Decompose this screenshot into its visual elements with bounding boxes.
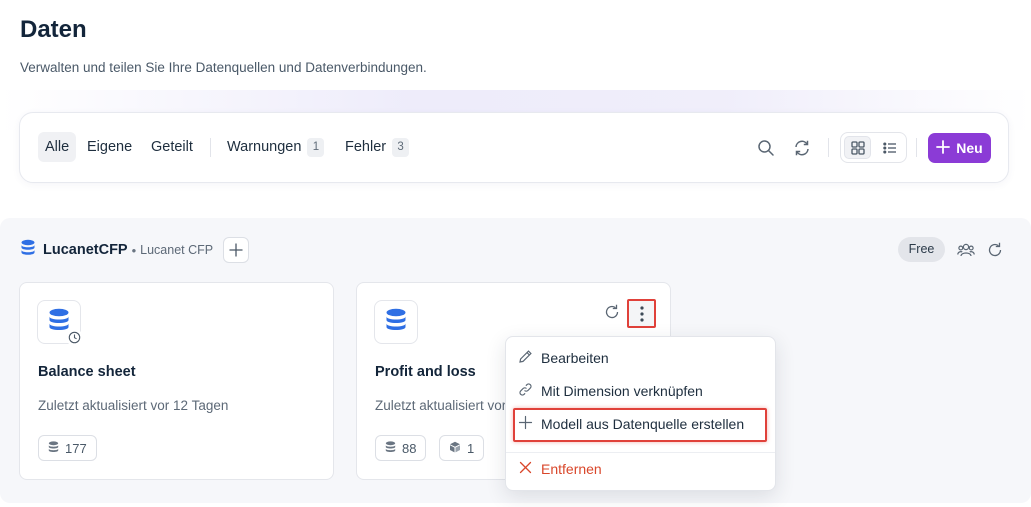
plus-icon [229,243,243,257]
list-view-icon[interactable] [876,136,903,159]
card-title: Profit and loss [375,364,476,380]
separator-dot: • [131,242,137,258]
section-name: LucanetCFP [43,242,128,258]
refresh-icon[interactable] [984,239,1006,261]
page: Daten Verwalten und teilen Sie Ihre Date… [0,0,1031,507]
menu-item-label: Mit Dimension verknüpfen [541,383,703,399]
card-icon [374,300,418,344]
clock-icon [66,329,83,346]
card-updated-text: Zuletzt aktualisiert vor 12 Tagen [38,398,229,413]
warnings-count-badge: 1 [307,137,325,157]
card-title: Balance sheet [38,364,136,380]
errors-count-badge: 3 [392,137,410,157]
users-icon[interactable] [955,239,977,261]
filter-errors-label: Fehler [345,139,387,155]
database-icon [20,239,36,261]
menu-item-edit[interactable]: Bearbeiten [518,346,609,370]
more-options-button[interactable] [627,299,656,328]
highlight-box [513,408,767,442]
refresh-icon[interactable] [603,303,621,321]
records-chip: 88 [375,435,427,461]
new-button-label: Neu [956,140,983,156]
menu-item-label: Bearbeiten [541,350,609,366]
card-updated-text: Zuletzt aktualisiert vor 12 Tagen [375,398,507,413]
records-count: 88 [402,440,417,456]
database-icon [385,440,396,456]
database-icon [385,308,407,337]
add-source-button[interactable] [223,237,250,263]
divider [916,138,917,157]
menu-divider [506,452,775,453]
grid-view-icon[interactable] [844,136,871,159]
filter-toolbar: Alle Eigene Geteilt Warnungen 1 Fehler 3 [19,112,1009,183]
view-toggle [840,132,907,163]
filter-warnings[interactable]: Warnungen 1 [227,132,325,162]
close-icon [518,460,533,478]
page-subtitle: Verwalten und teilen Sie Ihre Datenquell… [20,60,427,75]
new-button[interactable]: Neu [928,133,991,163]
database-icon [48,440,59,456]
filter-all[interactable]: Alle [38,132,77,162]
pencil-icon [518,349,533,367]
data-source-card[interactable]: Balance sheet Zuletzt aktualisiert vor 1… [19,282,334,480]
cube-icon [449,441,461,456]
menu-item-label: Entfernen [541,461,602,477]
plan-badge: Free [898,237,945,262]
section-subname: Lucanet CFP [140,243,214,257]
menu-item-remove[interactable]: Entfernen [518,457,602,481]
menu-item-link-dimension[interactable]: Mit Dimension verknüpfen [518,379,703,403]
card-icon [37,300,83,346]
records-chip: 177 [38,435,97,461]
kebab-icon [639,305,644,322]
page-title: Daten [20,16,87,43]
refresh-icon[interactable] [791,137,813,159]
records-count: 177 [65,440,87,456]
link-icon [518,382,533,400]
divider [828,138,829,157]
plus-icon [936,139,951,157]
filter-shared[interactable]: Geteilt [151,132,193,162]
section-header: LucanetCFP • Lucanet CFP [20,237,250,263]
filter-own[interactable]: Eigene [87,132,132,162]
models-count: 1 [467,440,475,456]
models-chip: 1 [439,435,485,461]
filter-errors[interactable]: Fehler 3 [345,132,410,162]
filter-warnings-label: Warnungen [227,139,302,155]
search-icon[interactable] [755,137,777,159]
context-menu: Bearbeiten Mit Dimension verknüpfen Mode… [505,336,776,491]
divider [210,138,211,157]
